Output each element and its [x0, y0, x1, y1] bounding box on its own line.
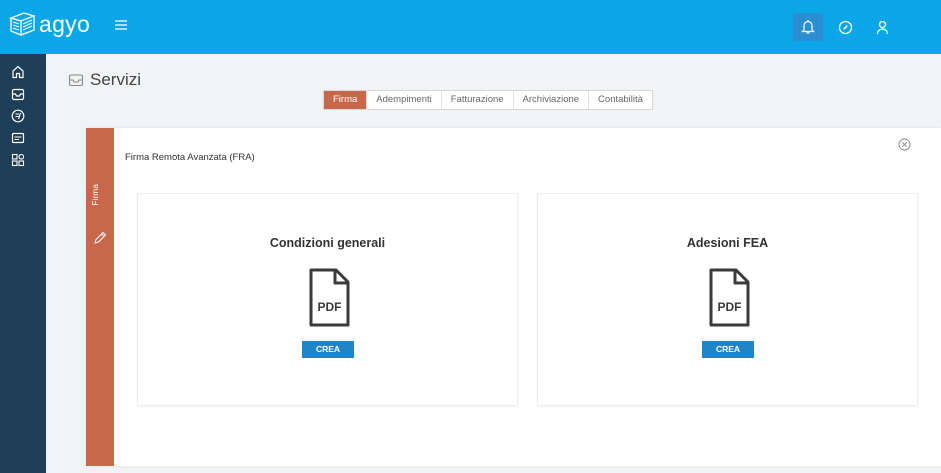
service-tabs: Firma Adempimenti Fatturazione Archiviaz…: [323, 90, 653, 110]
app-logo[interactable]: agyo: [8, 10, 90, 38]
panel-adesioni-fea: Adesioni FEA PDF CREA: [537, 193, 918, 406]
service-card: Firma Firma Remota Avanzata (FRA) Condiz…: [86, 128, 941, 466]
finance-icon: [11, 109, 25, 123]
page-title: Servizi: [68, 70, 141, 90]
tab-firma[interactable]: Firma: [324, 91, 368, 109]
sidebar-item-home[interactable]: [0, 61, 46, 83]
notification-button[interactable]: [793, 13, 823, 41]
invoice-icon: [11, 132, 25, 144]
sidebar-item-invoices[interactable]: [0, 127, 46, 149]
tab-archiviazione[interactable]: Archiviazione: [514, 91, 590, 109]
close-icon[interactable]: [898, 138, 911, 151]
hamburger-menu-icon[interactable]: [114, 18, 128, 32]
tab-fatturazione[interactable]: Fatturazione: [442, 91, 514, 109]
sidebar-item-apps[interactable]: [0, 149, 46, 171]
apps-icon: [11, 153, 25, 167]
tab-contabilita[interactable]: Contabilità: [589, 91, 652, 109]
app-name: agyo: [39, 10, 91, 37]
explore-button[interactable]: [830, 13, 860, 41]
pdf-icon-label: PDF: [318, 300, 342, 314]
inbox-icon: [68, 74, 84, 87]
pdf-icon-label: PDF: [718, 300, 742, 314]
tab-adempimenti[interactable]: Adempimenti: [367, 91, 442, 109]
compass-icon: [838, 20, 852, 34]
left-sidebar: [0, 54, 46, 473]
page-title-text: Servizi: [90, 70, 142, 89]
panel-title: Condizioni generali: [269, 236, 386, 250]
inbox-icon: [11, 88, 25, 101]
top-bar: agyo: [0, 0, 941, 54]
notification-icon: [801, 20, 815, 34]
top-actions: [786, 13, 897, 41]
user-icon: [876, 20, 888, 34]
card-title: Firma Remota Avanzata (FRA): [125, 152, 255, 163]
strip-label: Firma: [90, 184, 100, 206]
pencil-icon[interactable]: [93, 231, 107, 245]
panel-condizioni-generali: Condizioni generali PDF CREA: [137, 193, 518, 406]
user-button[interactable]: [867, 13, 897, 41]
sidebar-item-finance[interactable]: [0, 105, 46, 127]
pdf-file-icon: PDF: [309, 268, 350, 327]
pdf-file-icon: PDF: [709, 268, 750, 327]
card-side-strip: Firma: [86, 128, 114, 466]
sidebar-item-inbox[interactable]: [0, 83, 46, 105]
panel-title: Adesioni FEA: [686, 236, 769, 250]
logo-icon: [8, 12, 36, 36]
crea-button[interactable]: CREA: [702, 341, 754, 358]
home-icon: [12, 65, 24, 79]
crea-button[interactable]: CREA: [302, 341, 354, 358]
